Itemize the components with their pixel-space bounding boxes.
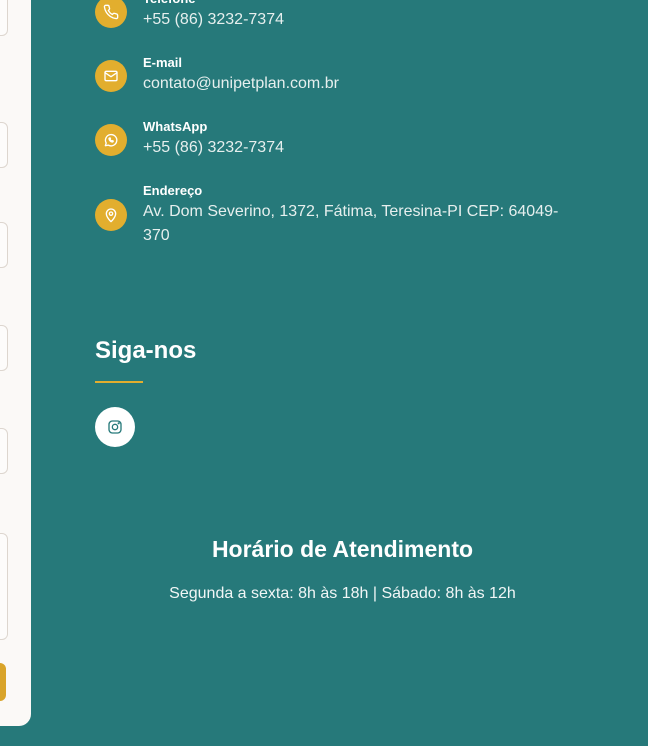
contact-email: E-mail contato@unipetplan.com.br: [95, 54, 595, 96]
contact-phone-value[interactable]: +55 (86) 3232-7374: [143, 8, 284, 32]
form-field-2[interactable]: [0, 122, 8, 168]
contact-email-value[interactable]: contato@unipetplan.com.br: [143, 72, 339, 96]
contact-whatsapp-label: WhatsApp: [143, 119, 208, 134]
contact-address-line1: Av. Dom Severino, 1372, Fátima, Teresina…: [143, 203, 559, 220]
hours-text: Segunda a sexta: 8h às 18h | Sábado: 8h …: [169, 585, 516, 602]
mail-icon: [95, 60, 127, 92]
social-title-underline: [95, 381, 143, 383]
contact-form-panel: [0, 0, 31, 726]
contact-phone: Telefone +55 (86) 3232-7374: [95, 0, 595, 32]
contact-phone-label: Telefone: [143, 0, 284, 8]
form-field-1[interactable]: [0, 0, 8, 36]
contact-email-label: E-mail: [143, 55, 183, 70]
hours-title: Horário de Atendimento: [211, 536, 474, 562]
contact-whatsapp: WhatsApp +55 (86) 3232-7374: [95, 118, 595, 160]
contact-address-line2: 370: [143, 227, 170, 244]
contact-whatsapp-value[interactable]: +55 (86) 3232-7374: [143, 136, 284, 160]
phone-icon: [95, 0, 127, 28]
contact-address: Endereço Av. Dom Severino, 1372, Fátima,…: [95, 182, 595, 248]
submit-button[interactable]: [0, 663, 6, 701]
form-field-5[interactable]: [0, 428, 8, 474]
social-title: Siga-nos: [95, 337, 197, 364]
map-pin-icon: [95, 199, 127, 231]
instagram-icon[interactable]: [95, 407, 135, 447]
form-field-4[interactable]: [0, 325, 8, 371]
whatsapp-icon: [95, 124, 127, 156]
contact-address-label: Endereço: [143, 183, 203, 198]
form-field-3[interactable]: [0, 222, 8, 268]
